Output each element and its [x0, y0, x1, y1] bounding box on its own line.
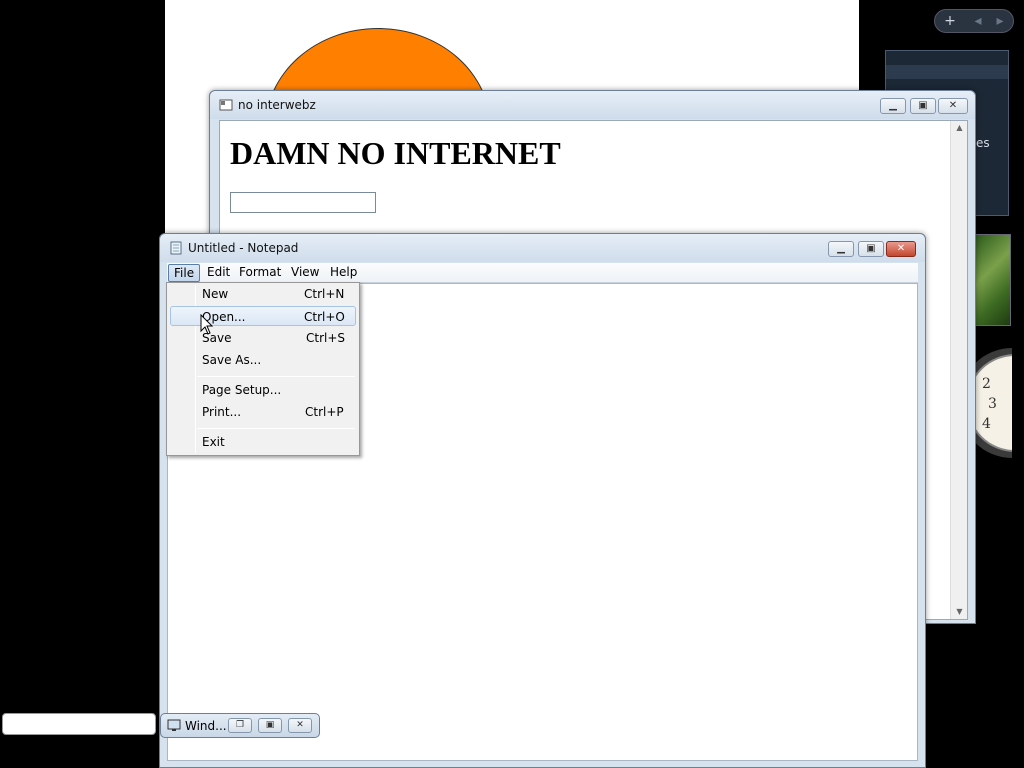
minimized-window-title: Wind... [185, 719, 227, 733]
menu-view[interactable]: View [286, 264, 324, 282]
minimized-window-blank[interactable] [2, 713, 156, 735]
sidebar-add-button[interactable]: + [939, 12, 961, 30]
menu-item-save[interactable]: Save Ctrl+S [170, 328, 356, 348]
notepad-icon [170, 241, 182, 255]
window-icon [167, 719, 181, 731]
notepad-titlebar[interactable]: Untitled - Notepad ▁ ▣ ✕ [160, 234, 925, 262]
maximize-button[interactable]: ▣ [910, 98, 936, 114]
mouse-pointer-icon [200, 314, 214, 335]
menu-item-save-as[interactable]: Save As... [170, 350, 356, 370]
menu-item-page-setup[interactable]: Page Setup... [170, 380, 356, 400]
menu-edit[interactable]: Edit [202, 264, 235, 282]
menu-item-shortcut: Ctrl+S [306, 331, 346, 345]
notepad-title: Untitled - Notepad [188, 241, 299, 255]
menu-item-shortcut: Ctrl+P [305, 405, 344, 419]
scroll-up-icon[interactable]: ▲ [951, 121, 968, 135]
window-icon [219, 99, 233, 111]
menu-item-label: New [202, 287, 229, 301]
minimized-window[interactable]: Wind... ❐ ▣ ✕ [160, 713, 320, 738]
menu-item-label: Page Setup... [202, 383, 282, 397]
clock-number: 4 [982, 416, 991, 432]
menu-help[interactable]: Help [325, 264, 362, 282]
browser-title: no interwebz [238, 98, 316, 112]
minimize-button[interactable]: ▁ [828, 241, 854, 257]
menu-separator [197, 428, 355, 429]
menu-item-label: Save As... [202, 353, 262, 367]
menu-item-exit[interactable]: Exit [170, 432, 356, 452]
menu-item-new[interactable]: New Ctrl+N [170, 284, 356, 304]
restore-button[interactable]: ❐ [228, 718, 252, 733]
feed-gadget-header [886, 65, 1008, 79]
close-button[interactable]: ✕ [288, 718, 312, 733]
menu-bar: File Edit Format View Help [167, 263, 918, 283]
menu-item-label: Exit [202, 435, 225, 449]
menu-item-open[interactable]: Open... Ctrl+O [170, 306, 356, 326]
minimize-button[interactable]: ▁ [880, 98, 906, 114]
vertical-scrollbar[interactable]: ▲ ▼ [950, 121, 967, 619]
slideshow-gadget[interactable] [975, 234, 1011, 326]
text-input[interactable] [230, 192, 376, 213]
sidebar-next-button[interactable]: ▸ [989, 12, 1011, 30]
menu-item-shortcut: Ctrl+O [304, 310, 345, 324]
menu-item-print[interactable]: Print... Ctrl+P [170, 402, 356, 422]
clock-number: 2 [982, 376, 991, 392]
feed-gadget-text: es [976, 136, 990, 150]
sidebar-prev-button[interactable]: ◂ [967, 12, 989, 30]
menu-file[interactable]: File [168, 264, 201, 282]
file-dropdown-menu: New Ctrl+N Open... Ctrl+O Save Ctrl+S Sa… [166, 282, 360, 456]
menu-item-shortcut: Ctrl+N [304, 287, 345, 301]
menu-separator [197, 376, 355, 377]
menu-item-label: Print... [202, 405, 242, 419]
browser-titlebar[interactable]: no interwebz ▁ ▣ ✕ [210, 91, 975, 119]
sidebar-controls: + ◂ ▸ [934, 9, 1014, 33]
close-button[interactable]: ✕ [938, 98, 968, 114]
scroll-down-icon[interactable]: ▼ [951, 605, 968, 619]
clock-number: 3 [988, 396, 997, 412]
close-button[interactable]: ✕ [886, 241, 916, 257]
maximize-button[interactable]: ▣ [258, 718, 282, 733]
maximize-button[interactable]: ▣ [858, 241, 884, 257]
page-heading: DAMN NO INTERNET [230, 135, 561, 171]
menu-format[interactable]: Format [234, 264, 286, 282]
